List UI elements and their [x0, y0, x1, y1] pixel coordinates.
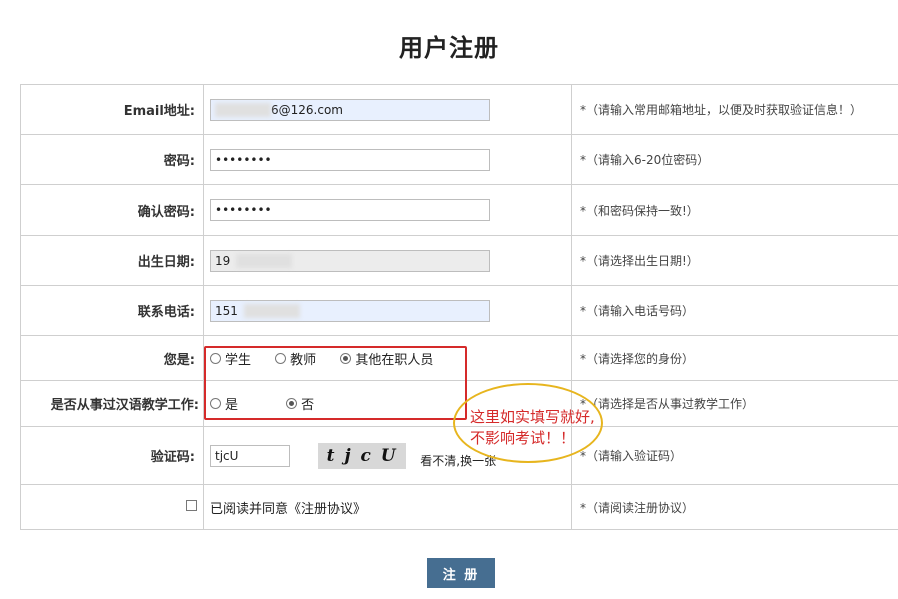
captcha-image[interactable]: t j c U	[318, 442, 407, 469]
birthday-hint: *（请选择出生日期!）	[571, 235, 898, 286]
captcha-value: tjcU	[215, 448, 239, 463]
phone-label: 联系电话:	[20, 285, 204, 336]
phone-value: 151	[215, 303, 238, 318]
agreement-checkbox-cell	[20, 484, 204, 530]
email-label: Email地址:	[20, 84, 204, 135]
captcha-hint: *（请输入验证码）	[571, 426, 898, 485]
confirm-row: 确认密码: •••••••• *（和密码保持一致!）	[20, 184, 898, 236]
highlight-box	[204, 346, 467, 420]
email-field-cell: 6@126.com	[203, 84, 572, 135]
phone-input[interactable]: 151	[210, 299, 490, 322]
teaching-hint: *（请选择是否从事过教学工作）	[571, 380, 898, 427]
identity-hint: *（请选择您的身份）	[571, 335, 898, 381]
annotation-line-1: 这里如实填写就好,	[470, 408, 595, 426]
password-row: 密码: •••••••• *（请输入6-20位密码）	[20, 134, 898, 185]
redacted-mask	[243, 303, 300, 318]
birthday-row: 出生日期: 19 *（请选择出生日期!）	[20, 235, 898, 286]
captcha-input[interactable]: tjcU	[210, 444, 290, 467]
email-row: Email地址: 6@126.com *（请输入常用邮箱地址，以便及时获取验证信…	[20, 84, 898, 135]
phone-row: 联系电话: 151 *（请输入电话号码）	[20, 285, 898, 336]
register-button[interactable]: 注 册	[427, 558, 495, 588]
password-field-cell: ••••••••	[203, 134, 572, 185]
captcha-label: 验证码:	[20, 426, 204, 485]
password-value: ••••••••	[215, 152, 272, 167]
password-hint: *（请输入6-20位密码）	[571, 134, 898, 185]
birthday-field-cell: 19	[203, 235, 572, 286]
phone-hint: *（请输入电话号码）	[571, 285, 898, 336]
identity-label: 您是:	[20, 335, 204, 381]
agreement-row: 已阅读并同意《注册协议》 *（请阅读注册协议）	[20, 484, 898, 530]
password-label: 密码:	[20, 134, 204, 185]
confirm-password-input[interactable]: ••••••••	[210, 199, 490, 221]
annotation-text: 这里如实填写就好, 不影响考试！！	[470, 407, 610, 449]
email-value: 6@126.com	[271, 102, 343, 117]
confirm-hint: *（和密码保持一致!）	[571, 184, 898, 236]
confirm-field-cell: ••••••••	[203, 184, 572, 236]
confirm-label: 确认密码:	[20, 184, 204, 236]
page-title: 用户注册	[399, 34, 499, 62]
birthday-label: 出生日期:	[20, 235, 204, 286]
annotation-line-2: 不影响考试！！	[470, 429, 576, 447]
password-input[interactable]: ••••••••	[210, 148, 490, 171]
teaching-label: 是否从事过汉语教学工作:	[20, 380, 204, 427]
phone-field-cell: 151	[203, 285, 572, 336]
agreement-hint: *（请阅读注册协议）	[571, 484, 898, 530]
email-hint: *（请输入常用邮箱地址，以便及时获取验证信息！）	[571, 84, 898, 135]
agreement-text[interactable]: 已阅读并同意《注册协议》	[203, 484, 572, 530]
agreement-checkbox[interactable]	[186, 499, 197, 511]
redacted-mask	[215, 102, 271, 117]
birthday-value: 19	[215, 253, 231, 268]
registration-form: Email地址: 6@126.com *（请输入常用邮箱地址，以便及时获取验证信…	[20, 84, 898, 530]
email-input[interactable]: 6@126.com	[210, 98, 490, 121]
birthday-input[interactable]: 19	[210, 249, 490, 272]
confirm-value: ••••••••	[215, 203, 272, 217]
redacted-mask	[236, 253, 293, 268]
